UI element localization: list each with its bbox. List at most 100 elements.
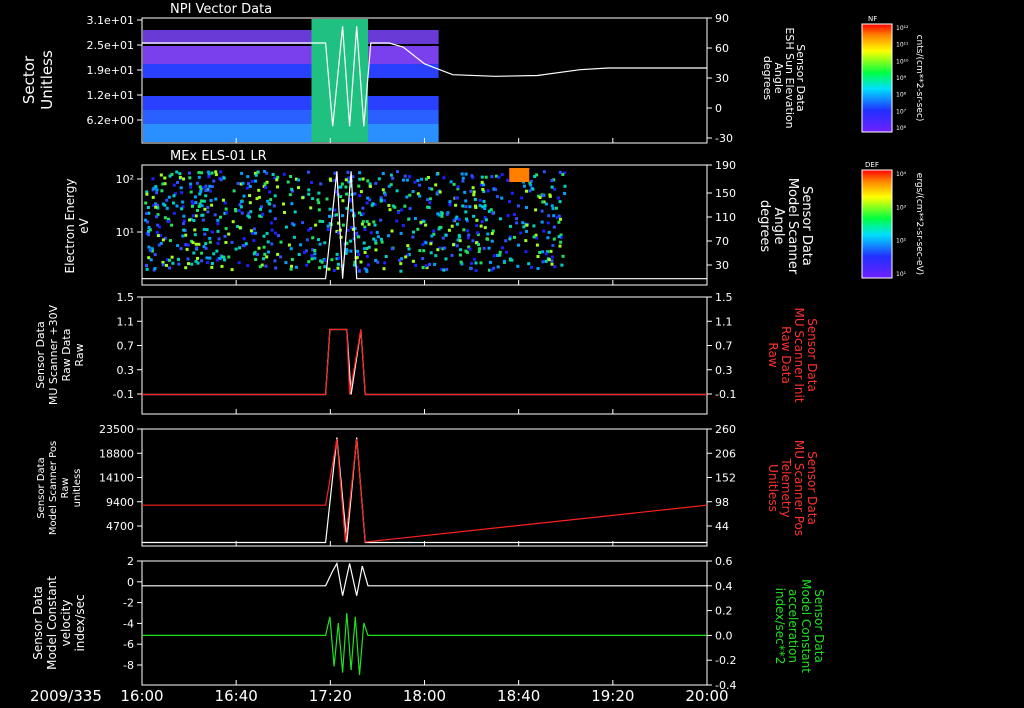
spectrogram-pixel [477,250,481,254]
svg-text:degrees: degrees [757,200,772,253]
spectrogram-pixel [546,221,550,225]
spectrogram-pixel [365,201,369,205]
spectrogram-pixel [319,182,323,186]
spectrogram-pixel [395,219,399,223]
spectrogram-pixel [452,243,455,247]
spectrogram-pixel [289,247,293,251]
spectrogram-pixel [184,233,188,237]
spectrogram-pixel [156,234,160,238]
spectrogram-pixel [556,196,560,200]
right-tick-label: 44 [715,520,729,533]
spectrogram-band [143,110,439,124]
spectrogram-pixel [165,198,169,202]
spectrogram-pixel [474,269,478,273]
spectrogram-pixel [450,253,454,257]
spectrogram-pixel [182,219,186,223]
spectrogram-pixel [369,231,373,235]
colorbar-tick-label: 10³ [896,204,907,211]
spectrogram-pixel [247,215,251,219]
spectrogram-pixel [533,175,537,178]
spectrogram-pixel [541,194,545,198]
spectrogram-pixel [181,234,185,238]
spectrogram-pixel [236,225,239,228]
colorbar-tick-label: 10¹ [896,271,907,278]
spectrogram-pixel [196,261,200,265]
spectrogram-pixel [464,210,468,214]
spectrogram-pixel [151,177,155,181]
spectrogram-pixel [426,198,429,202]
spectrogram-pixel [276,252,280,256]
spectrogram-pixel [223,258,227,262]
spectrogram-pixel [510,258,514,262]
spectrogram-pixel [376,260,380,264]
spectrogram-pixel [275,178,279,182]
right-tick-label: -30 [715,132,733,145]
svg-text:Telemetry: Telemetry [779,457,793,517]
spectrogram-pixel [363,247,366,251]
spectrogram-pixel [327,267,331,271]
spectrogram-pixel [444,257,448,261]
spectrogram-pixel [307,192,311,196]
spectrogram-pixel [191,214,195,218]
spectrogram-pixel [418,183,421,187]
spectrogram-pixel [144,201,148,205]
spectrogram-pixel [521,221,525,225]
spectrogram-pixel [273,259,277,263]
spectrogram-pixel [553,265,557,269]
spectrogram-pixel [436,248,440,252]
spectrogram-pixel [486,237,490,241]
spectrogram-pixel [487,209,491,213]
spectrogram-band [143,64,439,78]
spectrogram-pixel [146,206,150,209]
svg-text:Unitless: Unitless [38,50,56,110]
stacked-timeseries-chart: NPI Vector Data MEx ELS-01 LR Sector Uni… [20,2,924,705]
spectrogram-pixel [510,191,514,195]
spectrogram-pixel [540,220,544,224]
spectrogram-pixel [389,173,393,177]
svg-text:unitless: unitless [72,469,83,508]
spectrogram-pixel [469,189,473,193]
right-tick-label: 1.1 [715,315,733,328]
spectrogram-pixel [529,183,533,187]
spectrogram-pixel [440,211,444,215]
right-tick-label: 206 [715,447,736,460]
spectrogram-pixel [358,177,362,181]
spectrogram-pixel [206,210,210,214]
spectrogram-pixel [290,202,294,206]
colorbar-tick-label: 10⁴ [896,171,907,178]
spectrogram-pixel [318,219,322,223]
spectrogram-pixel [344,178,348,182]
spectrogram-pixel [194,195,197,199]
spectrogram-pixel [560,263,564,267]
spectrogram-pixel [248,194,252,197]
svg-text:eV: eV [77,217,91,233]
spectrogram-pixel [257,188,261,192]
spectrogram-pixel [515,217,519,221]
spectrogram-pixel [193,228,197,232]
spectrogram-pixel [318,242,322,246]
spectrogram-pixel [199,190,203,193]
spectrogram-pixel [550,255,554,259]
spectrogram-pixel [292,235,296,239]
spectrogram-band [143,30,439,44]
right-tick-label: -0.1 [715,388,736,401]
right-tick-label: 98 [715,496,729,509]
spectrogram-pixel [483,226,487,230]
spectrogram-pixel [428,262,432,266]
spectrogram-pixel [506,178,509,182]
spectrogram-pixel [182,214,186,218]
spectrogram-pixel [448,200,452,204]
spectrogram-pixel [212,252,216,256]
right-tick-label: 30 [715,259,729,272]
spectrogram-pixel [169,239,172,243]
svg-text:velocity: velocity [59,600,73,647]
spectrogram-pixel [452,218,456,222]
spectrogram-pixel [191,204,194,208]
spectrogram-pixel [396,170,399,174]
spectrogram-pixel [542,229,546,233]
spectrogram-pixel [345,192,349,196]
spectrogram-pixel [391,176,395,180]
spectrogram-pixel [161,238,165,242]
spectrogram-pixel [247,182,250,186]
spectrogram-pixel [419,220,423,224]
